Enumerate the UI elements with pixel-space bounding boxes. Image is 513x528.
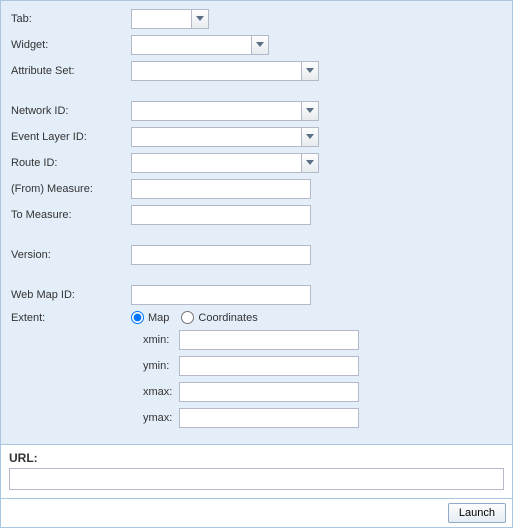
tab-combo[interactable]	[131, 9, 209, 29]
label-xmin: xmin:	[141, 334, 179, 346]
chevron-down-icon	[306, 160, 314, 166]
label-xmax: xmax:	[141, 386, 179, 398]
chevron-down-icon	[256, 42, 264, 48]
label-tab: Tab:	[11, 13, 131, 25]
network-id-input[interactable]	[131, 101, 301, 121]
label-from-measure: (From) Measure:	[11, 183, 131, 195]
network-id-trigger[interactable]	[301, 101, 319, 121]
label-extent: Extent:	[11, 312, 131, 324]
attribute-set-input[interactable]	[131, 61, 301, 81]
event-layer-id-input[interactable]	[131, 127, 301, 147]
ymin-input[interactable]	[179, 356, 359, 376]
launch-button[interactable]: Launch	[448, 503, 506, 523]
label-web-map-id: Web Map ID:	[11, 289, 131, 301]
ymax-input[interactable]	[179, 408, 359, 428]
chevron-down-icon	[196, 16, 204, 22]
route-id-input[interactable]	[131, 153, 301, 173]
label-event-layer-id: Event Layer ID:	[11, 131, 131, 143]
label-version: Version:	[11, 249, 131, 261]
extent-radio-coordinates[interactable]	[181, 311, 194, 324]
label-network-id: Network ID:	[11, 105, 131, 117]
from-measure-input[interactable]	[131, 179, 311, 199]
extent-radio-group: Map Coordinates	[131, 311, 258, 324]
widget-trigger[interactable]	[251, 35, 269, 55]
route-id-combo[interactable]	[131, 153, 319, 173]
label-to-measure: To Measure:	[11, 209, 131, 221]
attribute-set-trigger[interactable]	[301, 61, 319, 81]
label-widget: Widget:	[11, 39, 131, 51]
label-attribute-set: Attribute Set:	[11, 65, 131, 77]
label-ymin: ymin:	[141, 360, 179, 372]
widget-input[interactable]	[131, 35, 251, 55]
widget-combo[interactable]	[131, 35, 269, 55]
label-url: URL:	[9, 451, 504, 465]
tab-trigger[interactable]	[191, 9, 209, 29]
form-panel: Tab: Widget: Attribute Set: Network ID:	[0, 0, 513, 445]
to-measure-input[interactable]	[131, 205, 311, 225]
web-map-id-input[interactable]	[131, 285, 311, 305]
event-layer-id-combo[interactable]	[131, 127, 319, 147]
event-layer-id-trigger[interactable]	[301, 127, 319, 147]
url-section: URL:	[0, 445, 513, 499]
extent-radio-coordinates-label[interactable]: Coordinates	[181, 311, 257, 324]
attribute-set-combo[interactable]	[131, 61, 319, 81]
route-id-trigger[interactable]	[301, 153, 319, 173]
footer: Launch	[0, 499, 513, 528]
label-ymax: ymax:	[141, 412, 179, 424]
extent-radio-map[interactable]	[131, 311, 144, 324]
chevron-down-icon	[306, 108, 314, 114]
radio-label-map: Map	[148, 312, 169, 324]
version-input[interactable]	[131, 245, 311, 265]
extent-radio-map-label[interactable]: Map	[131, 311, 169, 324]
chevron-down-icon	[306, 68, 314, 74]
label-route-id: Route ID:	[11, 157, 131, 169]
xmin-input[interactable]	[179, 330, 359, 350]
radio-label-coordinates: Coordinates	[198, 312, 257, 324]
url-input[interactable]	[9, 468, 504, 490]
tab-input[interactable]	[131, 9, 191, 29]
chevron-down-icon	[306, 134, 314, 140]
network-id-combo[interactable]	[131, 101, 319, 121]
xmax-input[interactable]	[179, 382, 359, 402]
